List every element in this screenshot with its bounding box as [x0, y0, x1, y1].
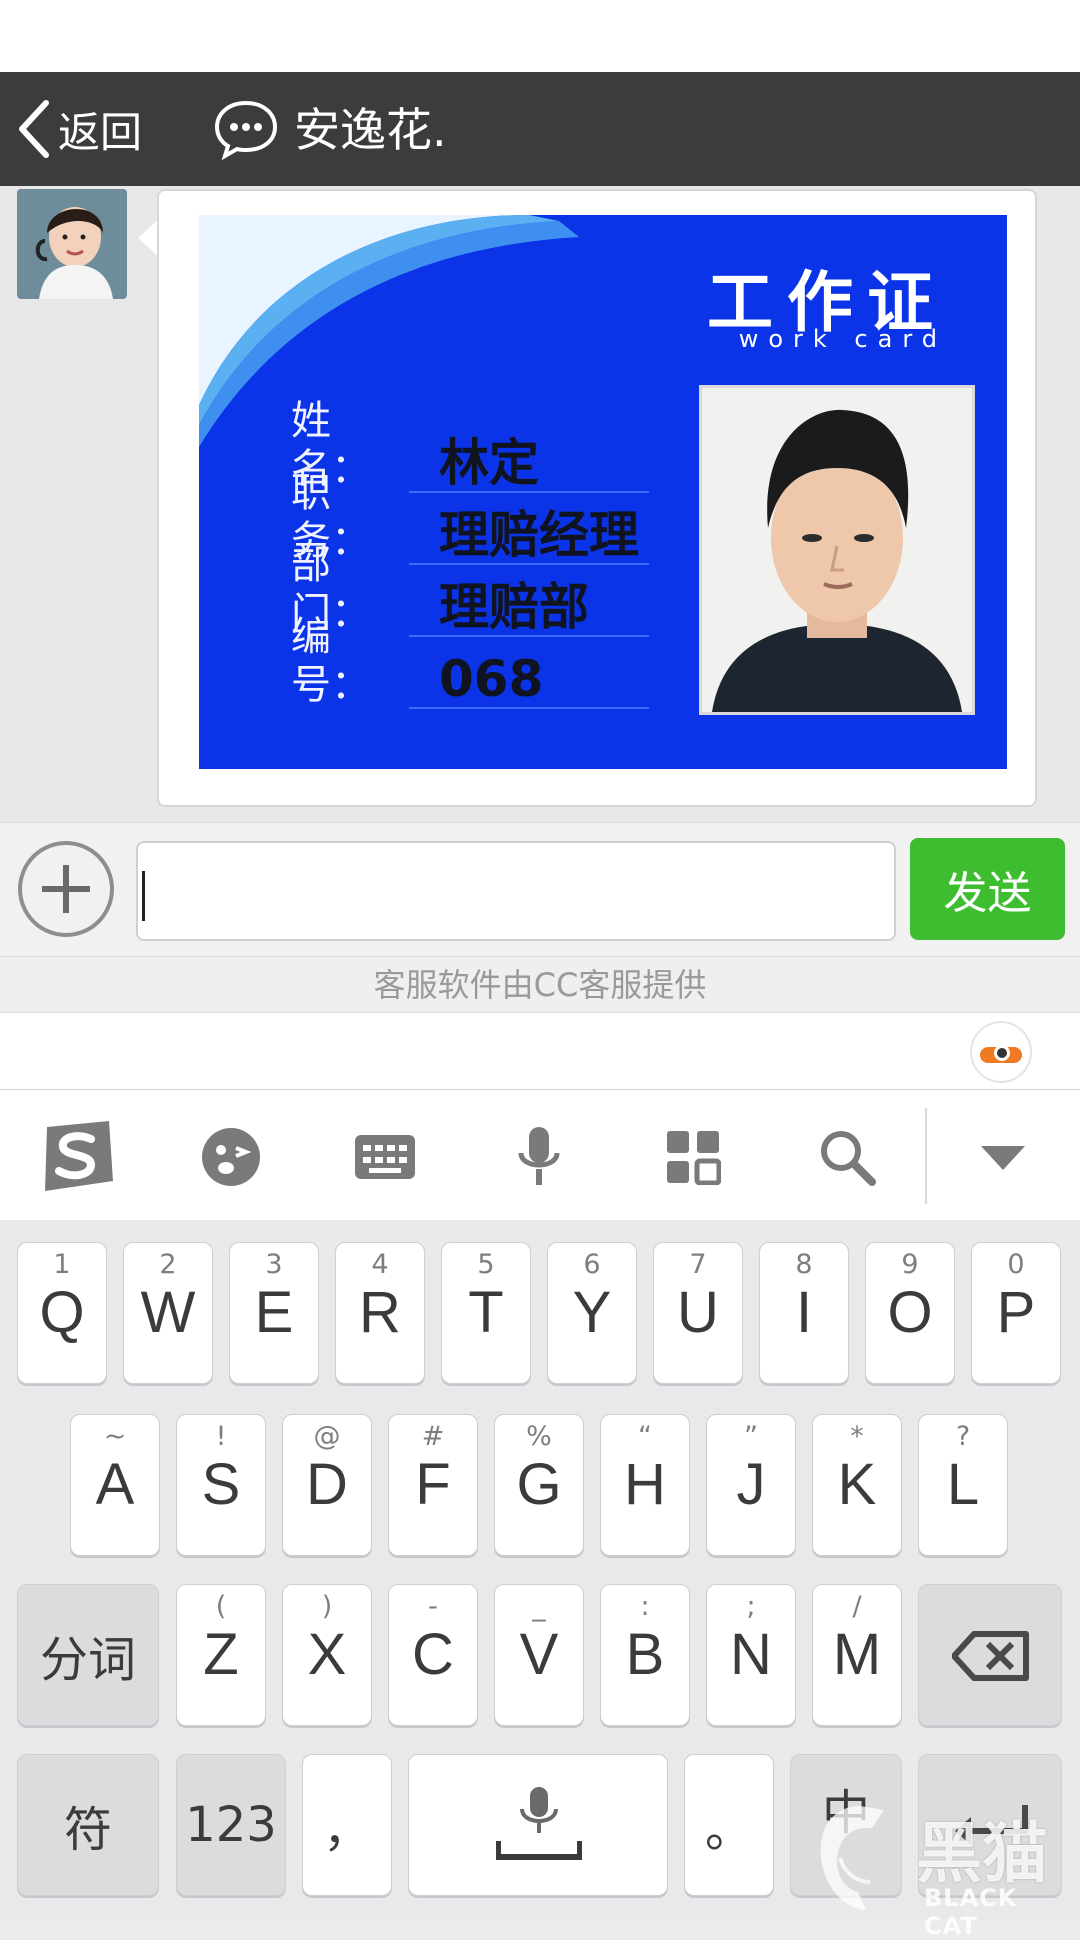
card-field-value: 理赔经理	[409, 507, 649, 565]
cat-logo-icon	[820, 1806, 884, 1910]
text-cursor	[142, 871, 145, 921]
key-p[interactable]: 0P	[971, 1242, 1061, 1384]
apps-grid-icon[interactable]	[648, 1112, 738, 1202]
key-z[interactable]: (Z	[176, 1584, 266, 1726]
key-x[interactable]: ) X	[282, 1584, 372, 1726]
key-t[interactable]: 5T	[441, 1242, 531, 1384]
card-field-value: 理赔部	[409, 579, 649, 637]
avatar-portrait	[17, 189, 127, 299]
key-o[interactable]: 9O	[865, 1242, 955, 1384]
ime-toolbar	[0, 1090, 1080, 1220]
key-f[interactable]: # F	[388, 1414, 478, 1556]
chat-title: 安逸花.	[294, 103, 447, 157]
message-input[interactable]	[136, 841, 896, 941]
segment-key[interactable]: 分词	[17, 1584, 159, 1726]
period-key[interactable]: 。	[684, 1754, 774, 1896]
chat-header: 返回 安逸花.	[0, 72, 1080, 186]
add-attachment-button[interactable]	[18, 841, 114, 937]
emoji-icon[interactable]	[186, 1112, 276, 1202]
number-key[interactable]: 123	[176, 1754, 286, 1896]
collapse-icon[interactable]	[958, 1112, 1048, 1202]
chat-area[interactable]: 工作证 work card 姓名： 林定 职务： 理赔经理 部门： 理赔部 编号…	[0, 186, 1080, 822]
back-label: 返回	[58, 107, 143, 157]
key-k[interactable]: * K	[812, 1414, 902, 1556]
key-h[interactable]: “H	[600, 1414, 690, 1556]
back-button[interactable]: 返回	[14, 94, 142, 164]
card-field-number: 编号： 068	[291, 614, 649, 709]
key-d[interactable]: @ D	[282, 1414, 372, 1556]
work-card-image[interactable]: 工作证 work card 姓名： 林定 职务： 理赔经理 部门： 理赔部 编号…	[199, 215, 1007, 769]
key-m[interactable]: / M	[812, 1584, 902, 1726]
agent-avatar[interactable]	[17, 189, 127, 299]
id-photo	[699, 385, 975, 715]
key-u[interactable]: 7U	[653, 1242, 743, 1384]
key-b[interactable]: :B	[600, 1584, 690, 1726]
key-n[interactable]: ; N	[706, 1584, 796, 1726]
space-key[interactable]	[408, 1754, 668, 1896]
key-w[interactable]: 2W	[123, 1242, 213, 1384]
card-subtitle: work card	[738, 325, 947, 353]
comma-key[interactable]: ，	[302, 1754, 392, 1896]
symbol-key[interactable]: 符	[17, 1754, 159, 1896]
key-g[interactable]: % G	[494, 1414, 584, 1556]
key-l[interactable]: ? L	[918, 1414, 1008, 1556]
status-bar	[0, 0, 1080, 72]
sogou-logo-icon[interactable]	[32, 1112, 122, 1202]
key-e[interactable]: 3E	[229, 1242, 319, 1384]
message-bubble[interactable]: 工作证 work card 姓名： 林定 职务： 理赔经理 部门： 理赔部 编号…	[157, 189, 1037, 807]
chat-bubble-icon	[214, 100, 278, 161]
key-s[interactable]: ! S	[176, 1414, 266, 1556]
key-j[interactable]: ” J	[706, 1414, 796, 1556]
chevron-left-icon	[19, 100, 49, 158]
send-button[interactable]: 发送	[910, 838, 1065, 940]
message-input-bar: 发送	[0, 822, 1080, 956]
watermark-cn: 黑猫	[916, 1815, 1048, 1892]
key-y[interactable]: 6Y	[547, 1242, 637, 1384]
backspace-icon	[952, 1631, 1029, 1681]
card-field-label: 编号：	[291, 614, 371, 708]
card-field-value: 林定	[409, 435, 649, 493]
microphone-icon[interactable]	[494, 1112, 584, 1202]
key-c[interactable]: -C	[388, 1584, 478, 1726]
backspace-key[interactable]	[918, 1584, 1062, 1726]
keyboard-icon[interactable]	[340, 1112, 430, 1202]
key-r[interactable]: 4R	[335, 1242, 425, 1384]
key-a[interactable]: ~ A	[70, 1414, 160, 1556]
key-q[interactable]: 1Q	[17, 1242, 107, 1384]
watermark-en: BLACK CAT	[924, 1884, 1018, 1940]
black-cat-watermark: 黑猫 BLACK CAT	[820, 1800, 1080, 1940]
provider-notice: 客服软件由CC客服提供	[0, 956, 1080, 1012]
toolbar-divider	[925, 1108, 927, 1204]
sogou-mascot-icon[interactable]	[972, 1023, 1030, 1081]
search-icon[interactable]	[802, 1112, 892, 1202]
microphone-icon	[496, 1787, 582, 1860]
key-v[interactable]: _ V	[494, 1584, 584, 1726]
card-field-value: 068	[409, 651, 649, 709]
ime-candidate-bar	[0, 1012, 1080, 1090]
key-i[interactable]: 8I	[759, 1242, 849, 1384]
